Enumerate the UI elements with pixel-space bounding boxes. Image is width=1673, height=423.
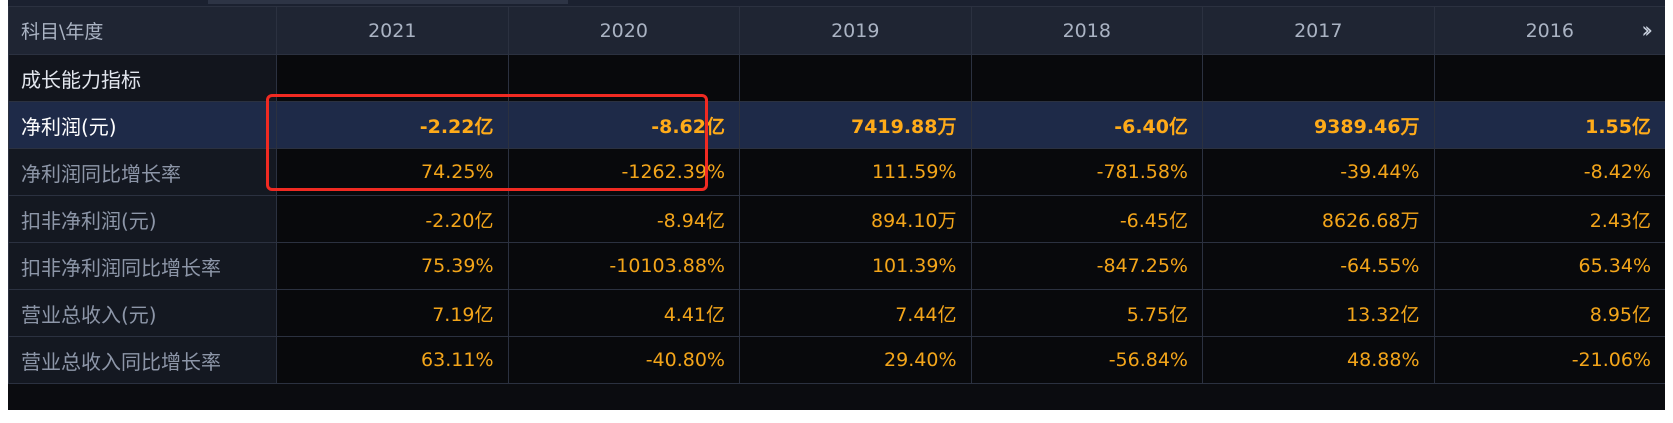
row-label: 营业总收入(元) (8, 289, 277, 337)
table-row[interactable]: 净利润同比增长率 74.25% -1262.39% 111.59% -781.5… (8, 148, 1665, 196)
table-cell: -8.62亿 (507, 101, 740, 149)
table-cell: 48.88% (1202, 336, 1435, 384)
table-cell: 75.39% (276, 242, 509, 290)
table-row[interactable]: 营业总收入同比增长率 63.11% -40.80% 29.40% -56.84%… (8, 336, 1665, 384)
header-row: 科目\年度 2021 2020 2019 2018 2017 2016 ›› (8, 6, 1665, 55)
table-cell: -781.58% (970, 148, 1203, 196)
table-cell: -2.22亿 (276, 101, 509, 149)
table-cell: 8.95亿 (1433, 289, 1665, 337)
table-cell: -56.84% (970, 336, 1203, 384)
table-cell: -1262.39% (507, 148, 740, 196)
row-label: 净利润同比增长率 (8, 148, 277, 196)
row-label: 扣非净利润(元) (8, 195, 277, 243)
table-cell (1433, 54, 1665, 102)
table-cell: 7.44亿 (739, 289, 972, 337)
table-cell: 8626.68万 (1202, 195, 1435, 243)
year-header-2016-label: 2016 (1525, 19, 1574, 42)
table-cell (1202, 54, 1435, 102)
financial-table-panel: 科目\年度 2021 2020 2019 2018 2017 2016 ›› 成… (8, 0, 1665, 410)
table-cell: -847.25% (970, 242, 1203, 290)
table-cell: 101.39% (739, 242, 972, 290)
year-header-2018[interactable]: 2018 (970, 6, 1203, 55)
table-cell: -8.94亿 (507, 195, 740, 243)
table-row[interactable]: 营业总收入(元) 7.19亿 4.41亿 7.44亿 5.75亿 13.32亿 … (8, 289, 1665, 337)
table-row[interactable]: 扣非净利润(元) -2.20亿 -8.94亿 894.10万 -6.45亿 86… (8, 195, 1665, 243)
table-cell: -39.44% (1202, 148, 1435, 196)
year-header-2016[interactable]: 2016 ›› (1433, 6, 1665, 55)
table-cell: 5.75亿 (970, 289, 1203, 337)
table-cell: 111.59% (739, 148, 972, 196)
corner-header: 科目\年度 (8, 6, 277, 55)
table-cell: 1.55亿 (1433, 101, 1665, 149)
table-cell (970, 54, 1203, 102)
year-header-2019[interactable]: 2019 (739, 6, 972, 55)
table-row: 成长能力指标 (8, 54, 1665, 102)
table-cell: 7.19亿 (276, 289, 509, 337)
year-header-2020[interactable]: 2020 (507, 6, 740, 55)
table-cell: 74.25% (276, 148, 509, 196)
financial-indicator-table: 科目\年度 2021 2020 2019 2018 2017 2016 ›› 成… (8, 6, 1665, 384)
table-cell: -40.80% (507, 336, 740, 384)
table-cell (739, 54, 972, 102)
table-cell: 2.43亿 (1433, 195, 1665, 243)
table-cell: -2.20亿 (276, 195, 509, 243)
table-cell: -6.40亿 (970, 101, 1203, 149)
year-header-2017[interactable]: 2017 (1202, 6, 1435, 55)
table-cell: 29.40% (739, 336, 972, 384)
table-cell (507, 54, 740, 102)
table-cell: 65.34% (1433, 242, 1665, 290)
table-cell: 4.41亿 (507, 289, 740, 337)
row-label: 扣非净利润同比增长率 (8, 242, 277, 290)
table-cell: 7419.88万 (739, 101, 972, 149)
table-cell: 9389.46万 (1202, 101, 1435, 149)
row-label: 成长能力指标 (8, 54, 277, 102)
table-cell: -8.42% (1433, 148, 1665, 196)
row-label: 净利润(元) (8, 101, 277, 149)
scroll-thumb[interactable] (208, 0, 568, 4)
table-cell: 63.11% (276, 336, 509, 384)
table-cell: -64.55% (1202, 242, 1435, 290)
table-cell: -10103.88% (507, 242, 740, 290)
table-cell: 13.32亿 (1202, 289, 1435, 337)
table-cell: -6.45亿 (970, 195, 1203, 243)
table-row[interactable]: 净利润(元) -2.22亿 -8.62亿 7419.88万 -6.40亿 938… (8, 101, 1665, 149)
row-label: 营业总收入同比增长率 (8, 336, 277, 384)
table-cell: 894.10万 (739, 195, 972, 243)
double-chevron-right-icon[interactable]: ›› (1641, 18, 1652, 43)
table-cell: -21.06% (1433, 336, 1665, 384)
table-cell (276, 54, 509, 102)
year-header-2021[interactable]: 2021 (276, 6, 509, 55)
table-row[interactable]: 扣非净利润同比增长率 75.39% -10103.88% 101.39% -84… (8, 242, 1665, 290)
